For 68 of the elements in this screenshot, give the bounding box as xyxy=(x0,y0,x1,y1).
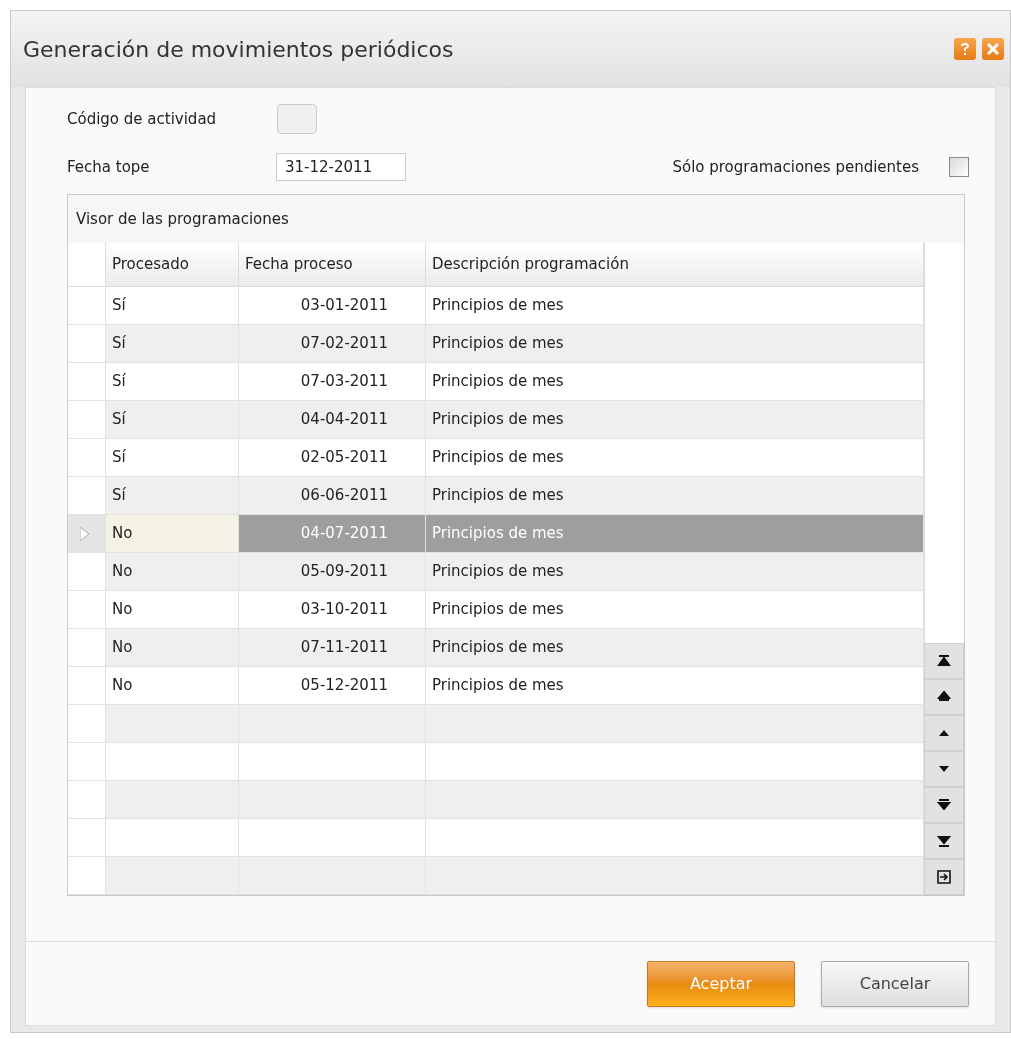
close-icon xyxy=(987,43,999,55)
table-row[interactable]: Sí 07-02-2011 Principios de mes xyxy=(68,325,925,363)
table-row[interactable]: Sí 04-04-2011 Principios de mes xyxy=(68,401,925,439)
field-label: Código de actividad xyxy=(67,108,218,130)
table-cell: 07-11-2011 xyxy=(239,629,426,666)
field-label: Fecha tope xyxy=(67,156,151,178)
table-cell: 07-02-2011 xyxy=(239,325,426,362)
table-row[interactable]: Sí 06-06-2011 Principios de mes xyxy=(68,477,925,515)
cancel-button[interactable]: Cancelar xyxy=(821,960,969,1007)
table-row[interactable]: No 05-09-2011 Principios de mes xyxy=(68,553,925,591)
table-cell: Sí xyxy=(106,401,239,438)
table-cell: No xyxy=(106,591,239,628)
table-cell: No xyxy=(106,515,239,552)
table-cell: 06-06-2011 xyxy=(239,477,426,514)
row-header-cell[interactable] xyxy=(68,401,106,438)
table-row[interactable]: Sí 07-03-2011 Principios de mes xyxy=(68,363,925,401)
table-cell: 04-07-2011 xyxy=(239,515,426,552)
column-header[interactable]: Fecha proceso xyxy=(239,243,426,286)
row-header-cell[interactable] xyxy=(68,325,106,362)
window-title: Generación de movimientos periódicos xyxy=(23,35,454,64)
scroll-button[interactable] xyxy=(924,643,964,679)
table-cell: Sí xyxy=(106,439,239,476)
table-cell: 03-10-2011 xyxy=(239,591,426,628)
row-pointer-icon xyxy=(80,526,89,541)
table-cell: 07-03-2011 xyxy=(239,363,426,400)
table-cell: No xyxy=(106,629,239,666)
table-cell: Sí xyxy=(106,325,239,362)
row-header-cell[interactable] xyxy=(68,781,106,818)
row-header-cell[interactable] xyxy=(68,553,106,590)
table-row[interactable]: Sí 03-01-2011 Principios de mes xyxy=(68,287,925,325)
table-row[interactable]: No 03-10-2011 Principios de mes xyxy=(68,591,925,629)
help-icon xyxy=(960,42,970,56)
scroll-button[interactable] xyxy=(924,787,964,823)
scroll-button[interactable] xyxy=(924,859,964,895)
table-row[interactable]: No 07-11-2011 Principios de mes xyxy=(68,629,925,667)
table-cell: No xyxy=(106,667,239,704)
scroll-button[interactable] xyxy=(924,823,964,859)
row-header-cell[interactable] xyxy=(68,857,106,894)
deadline-field[interactable]: 31-12-2011 xyxy=(276,153,406,181)
export-icon xyxy=(937,870,952,884)
first-page-icon xyxy=(937,654,952,668)
checkbox-label: Sólo programaciones pendientes xyxy=(672,156,919,178)
table-cell: 03-01-2011 xyxy=(239,287,426,324)
table-cell: Sí xyxy=(106,363,239,400)
close-button[interactable] xyxy=(982,38,1004,60)
table-cell: 04-04-2011 xyxy=(239,401,426,438)
grid-title: Visor de las programaciones xyxy=(76,208,289,230)
row-header-cell[interactable] xyxy=(68,515,106,552)
page-up-icon xyxy=(937,690,952,704)
table-row[interactable]: No 04-07-2011 Principios de mes xyxy=(68,515,925,553)
table-cell: 05-12-2011 xyxy=(239,667,426,704)
checkbox[interactable] xyxy=(949,157,969,177)
row-header-cell[interactable] xyxy=(68,705,106,742)
table-cell: No xyxy=(106,553,239,590)
help-button[interactable] xyxy=(954,38,976,60)
table-cell: Sí xyxy=(106,477,239,514)
scroll-button[interactable] xyxy=(924,679,964,715)
row-header-cell[interactable] xyxy=(68,629,106,666)
row-header-cell[interactable] xyxy=(68,477,106,514)
column-header[interactable]: Procesado xyxy=(106,243,239,286)
page-down-icon xyxy=(937,798,952,812)
activity-code-field[interactable] xyxy=(277,104,317,134)
table-cell: 05-09-2011 xyxy=(239,553,426,590)
last-page-icon xyxy=(937,834,952,848)
table-row[interactable]: Sí 02-05-2011 Principios de mes xyxy=(68,439,925,477)
table-cell: Sí xyxy=(106,287,239,324)
table-cell: 02-05-2011 xyxy=(239,439,426,476)
table-row[interactable]: No 05-12-2011 Principios de mes xyxy=(68,667,925,705)
